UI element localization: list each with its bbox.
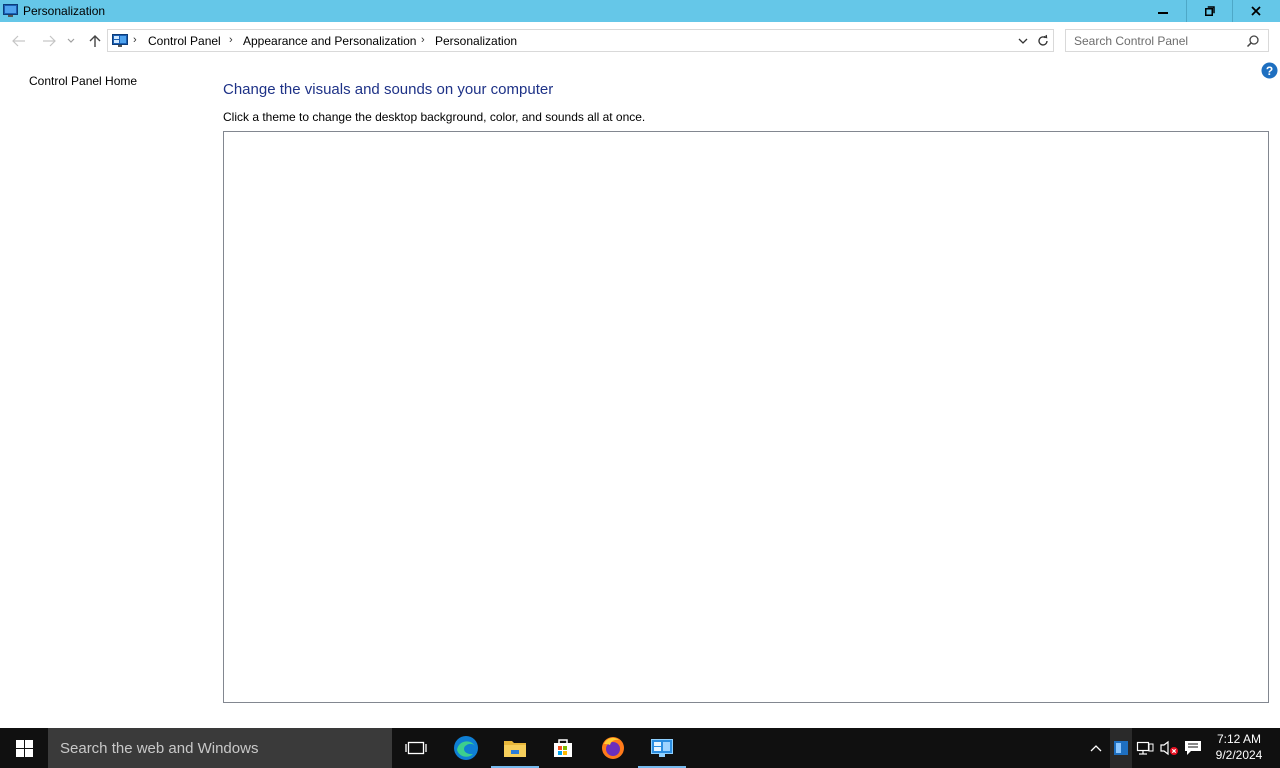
restore-button[interactable] bbox=[1186, 0, 1233, 22]
address-bar[interactable]: › Control Panel › Appearance and Persona… bbox=[107, 29, 1054, 52]
window-title: Personalization bbox=[23, 4, 106, 18]
refresh-icon[interactable] bbox=[1035, 33, 1051, 49]
network-button[interactable] bbox=[1135, 738, 1155, 758]
start-button[interactable] bbox=[0, 728, 48, 768]
chevron-right-icon: › bbox=[421, 34, 425, 46]
network-icon bbox=[1136, 741, 1154, 755]
action-center-icon bbox=[1185, 741, 1201, 755]
search-icon[interactable] bbox=[1246, 34, 1260, 48]
theme-list-panel[interactable] bbox=[223, 131, 1269, 703]
store-icon bbox=[554, 739, 572, 757]
page-title: Change the visuals and sounds on your co… bbox=[223, 81, 554, 98]
taskbar: Search the web and Windows 7:12 AM 9/2/2… bbox=[0, 728, 1280, 768]
breadcrumb-personalization[interactable]: Personalization bbox=[435, 34, 517, 48]
breadcrumb-appearance-and-personalization[interactable]: Appearance and Personalization bbox=[243, 34, 416, 48]
windows-logo-icon bbox=[15, 739, 33, 757]
control-panel-icon bbox=[651, 739, 673, 757]
chevron-right-icon: › bbox=[229, 34, 233, 46]
task-view-icon bbox=[405, 741, 427, 755]
restore-icon bbox=[1204, 6, 1215, 16]
clock-time: 7:12 AM bbox=[1216, 732, 1262, 746]
chevron-down-icon bbox=[67, 38, 75, 43]
address-dropdown-icon[interactable] bbox=[1015, 33, 1031, 49]
clock[interactable]: 7:12 AM 9/2/2024 bbox=[1212, 731, 1266, 763]
minimize-icon bbox=[1158, 12, 1168, 14]
up-arrow-icon bbox=[89, 35, 101, 47]
taskbar-search-box[interactable]: Search the web and Windows bbox=[48, 728, 392, 768]
svg-text:?: ? bbox=[1266, 64, 1273, 78]
clock-date: 9/2/2024 bbox=[1215, 748, 1263, 762]
search-input[interactable] bbox=[1066, 30, 1250, 51]
control-panel-home-link[interactable]: Control Panel Home bbox=[29, 74, 137, 88]
task-view-button[interactable] bbox=[392, 728, 440, 768]
edge-taskbar-button[interactable] bbox=[442, 728, 490, 768]
breadcrumb-control-panel[interactable]: Control Panel bbox=[148, 34, 221, 48]
minimize-button[interactable] bbox=[1140, 0, 1186, 22]
volume-button[interactable] bbox=[1159, 738, 1179, 758]
store-taskbar-button[interactable] bbox=[539, 728, 587, 768]
search-box[interactable] bbox=[1065, 29, 1269, 52]
firefox-taskbar-button[interactable] bbox=[589, 728, 637, 768]
up-button[interactable] bbox=[84, 30, 106, 52]
forward-arrow-icon bbox=[43, 35, 56, 47]
back-arrow-icon bbox=[12, 35, 25, 47]
tray-app-button[interactable] bbox=[1110, 728, 1132, 768]
recent-locations-button[interactable] bbox=[62, 30, 80, 52]
title-bar[interactable]: Personalization bbox=[0, 0, 1280, 22]
action-center-button[interactable] bbox=[1183, 738, 1203, 758]
chevron-right-icon: › bbox=[133, 34, 137, 46]
back-button[interactable] bbox=[8, 30, 30, 52]
control-panel-taskbar-button[interactable] bbox=[638, 728, 686, 768]
folder-icon bbox=[504, 741, 526, 757]
edge-icon bbox=[454, 736, 478, 760]
close-button[interactable] bbox=[1232, 0, 1280, 22]
show-hidden-icons-button[interactable] bbox=[1086, 738, 1106, 758]
control-panel-icon bbox=[112, 34, 128, 47]
page-description: Click a theme to change the desktop back… bbox=[223, 110, 646, 124]
forward-button[interactable] bbox=[38, 30, 60, 52]
personalization-app-icon bbox=[3, 4, 18, 17]
volume-muted-icon bbox=[1160, 740, 1178, 756]
tray-app-icon bbox=[1114, 741, 1128, 755]
file-explorer-taskbar-button[interactable] bbox=[491, 728, 539, 768]
chevron-up-icon bbox=[1090, 745, 1102, 752]
firefox-icon bbox=[602, 737, 624, 759]
taskbar-search-placeholder: Search the web and Windows bbox=[60, 740, 259, 757]
help-icon[interactable]: ? bbox=[1261, 62, 1278, 79]
close-icon bbox=[1251, 6, 1261, 16]
